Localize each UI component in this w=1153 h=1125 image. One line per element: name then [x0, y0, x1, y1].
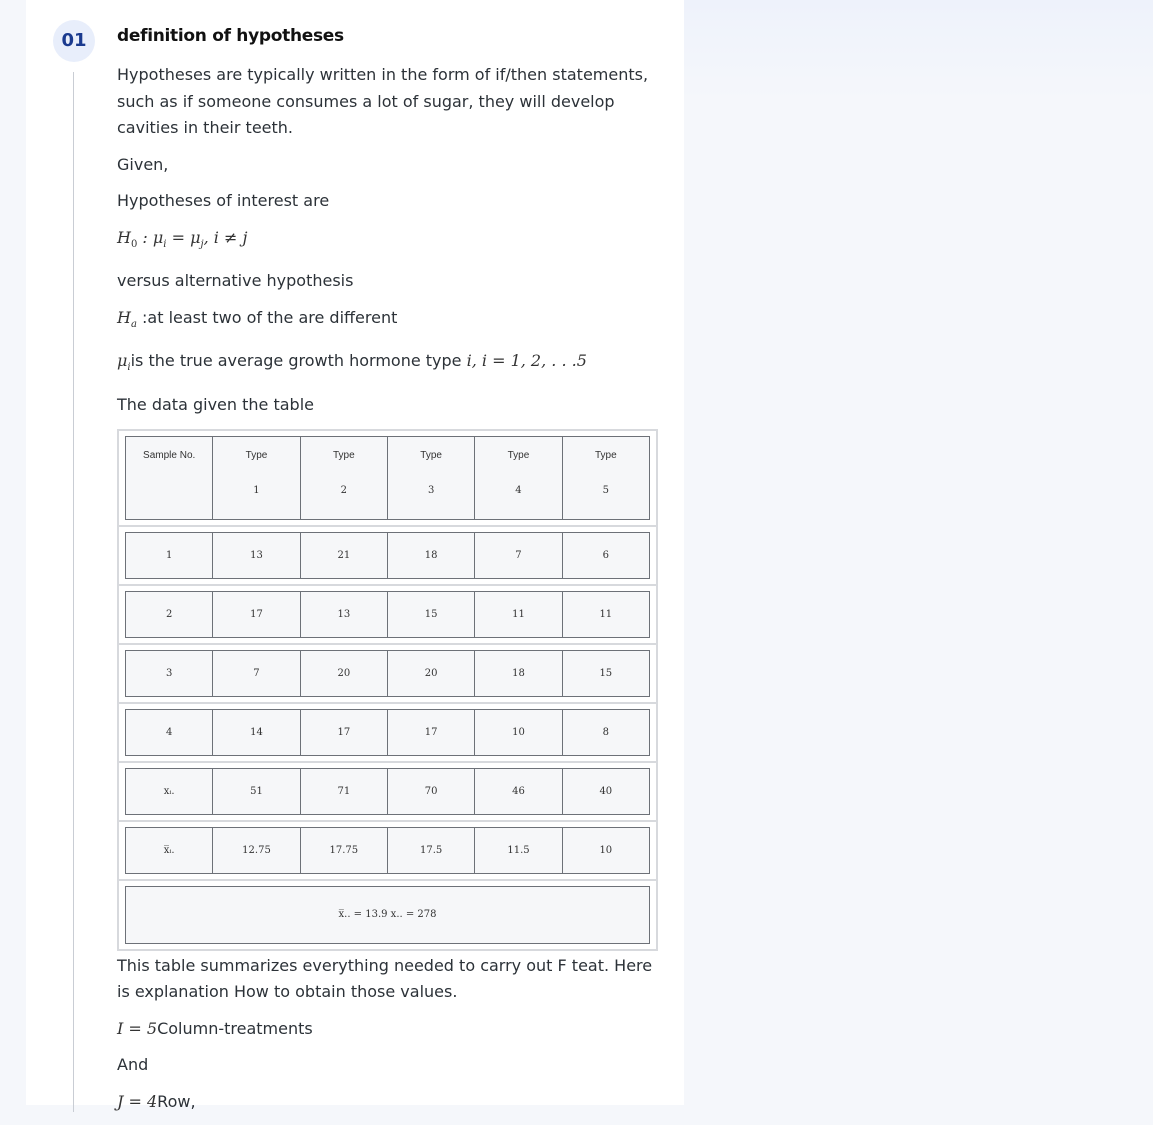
left-margin	[0, 0, 26, 1105]
table-row: 4 14 17 17 10 8	[119, 704, 656, 763]
given-text: Given,	[117, 154, 169, 174]
table-cell: 7	[474, 531, 563, 579]
i-definition: I = 5Column-treatments	[117, 1016, 662, 1043]
summary-paragraph: This table summarizes everything needed …	[117, 955, 653, 1002]
step-content: definition of hypotheses Hypotheses are …	[117, 26, 662, 1125]
table-cell: 20	[386, 649, 476, 697]
table-cell: 15	[561, 649, 650, 697]
interest-text: Hypotheses of interest are	[117, 191, 330, 210]
mu-symbol: μi	[117, 351, 131, 374]
step-title: definition of hypotheses	[117, 26, 344, 46]
data-given-text: The data given the table	[117, 395, 314, 415]
table-cell: 1	[125, 531, 214, 579]
table-cell: 14	[212, 708, 301, 756]
table-cell: 10	[474, 708, 563, 756]
versus-text: versus alternative hypothesis	[117, 271, 354, 291]
table-cell: 3	[125, 649, 214, 697]
step-number-badge: 01	[53, 20, 95, 62]
table-cell: 17.75	[299, 826, 388, 874]
null-hypothesis: H0 : μi = μj, i ≠ j	[117, 225, 662, 259]
table-cell: 17	[212, 590, 301, 638]
table-cell: 51	[212, 767, 301, 815]
table-cell: 2	[125, 590, 214, 638]
table-cell: 17	[386, 708, 476, 756]
table-cell: 11	[561, 590, 650, 638]
header-cell-type-4: Type 4	[474, 435, 563, 520]
table-cell: 11	[474, 590, 563, 638]
header-cell-type-1: Type 1	[212, 435, 301, 520]
header-cell-type-2: Type 2	[299, 435, 388, 520]
right-panel	[684, 0, 1153, 1105]
alt-hypothesis-text: :at least two of the are different	[142, 307, 398, 327]
grand-summary-cell: x̅.. = 13.9 x.. = 278	[125, 885, 650, 944]
j-equation: J = 4	[117, 1091, 158, 1111]
j-definition-text: Row,	[157, 1091, 196, 1111]
null-hypothesis-math: H0 : μi = μj, i ≠ j	[117, 227, 248, 250]
alternative-hypothesis: Ha :at least two of the are different	[117, 305, 662, 339]
table-cell: 15	[386, 590, 476, 638]
table-cell: 8	[561, 708, 650, 756]
j-definition: J = 4Row,	[117, 1089, 662, 1116]
data-table: Sample No. Type 1 Type 2 Type 3 Type 4 Type 5…	[117, 428, 658, 951]
table-row: 1 13 21 18 7 6	[119, 527, 656, 586]
table-cell: 46	[474, 767, 563, 815]
table-cell: 17	[299, 708, 388, 756]
table-cell: 11.5	[474, 826, 563, 874]
table-row: 3 7 20 20 18 15	[119, 645, 656, 704]
table-cell: 40	[561, 767, 650, 815]
i-definition-text: Column-treatments	[157, 1018, 313, 1038]
table-cell: 12.75	[212, 826, 301, 874]
mu-definition: μiis the true average growth hormone typ…	[117, 348, 662, 382]
table-cell: 13	[299, 590, 388, 638]
table-cell: 6	[561, 531, 650, 579]
table-cell: 17.5	[386, 826, 476, 874]
table-cell: 18	[474, 649, 563, 697]
header-cell-sample: Sample No.	[125, 435, 214, 520]
table-row-means: x̅ᵢ. 12.75 17.75 17.5 11.5 10	[119, 822, 656, 881]
table-cell: 70	[386, 767, 476, 815]
table-cell: 71	[299, 767, 388, 815]
table-row-totals: xᵢ. 51 71 70 46 40	[119, 763, 656, 822]
and-text: And	[117, 1055, 149, 1075]
table-header-row: Sample No. Type 1 Type 2 Type 3 Type 4 Type 5	[119, 431, 656, 527]
table-cell: 4	[125, 708, 214, 756]
table-cell: xᵢ.	[125, 767, 214, 815]
header-cell-type-5: Type 5	[561, 435, 650, 520]
table-summary-row: x̅.. = 13.9 x.. = 278	[119, 881, 656, 949]
alt-hypothesis-math: Ha	[117, 307, 137, 330]
intro-paragraph: Hypotheses are typically written in the …	[117, 65, 649, 137]
table-cell: x̅ᵢ.	[125, 826, 214, 874]
header-cell-type-3: Type 3	[386, 435, 476, 520]
table-row: 2 17 13 15 11 11	[119, 586, 656, 645]
table-cell: 7	[212, 649, 301, 697]
table-cell: 13	[212, 531, 301, 579]
table-cell: 20	[299, 649, 388, 697]
i-equation: I = 5	[117, 1018, 158, 1038]
table-cell: 21	[299, 531, 388, 579]
mu-definition-text: is the true average growth hormone type	[130, 351, 467, 371]
table-cell: 18	[386, 531, 476, 579]
step-timeline-line	[73, 72, 74, 1112]
mu-range-math: i, i = 1, 2, . . .5	[466, 351, 587, 371]
table-cell: 10	[561, 826, 650, 874]
